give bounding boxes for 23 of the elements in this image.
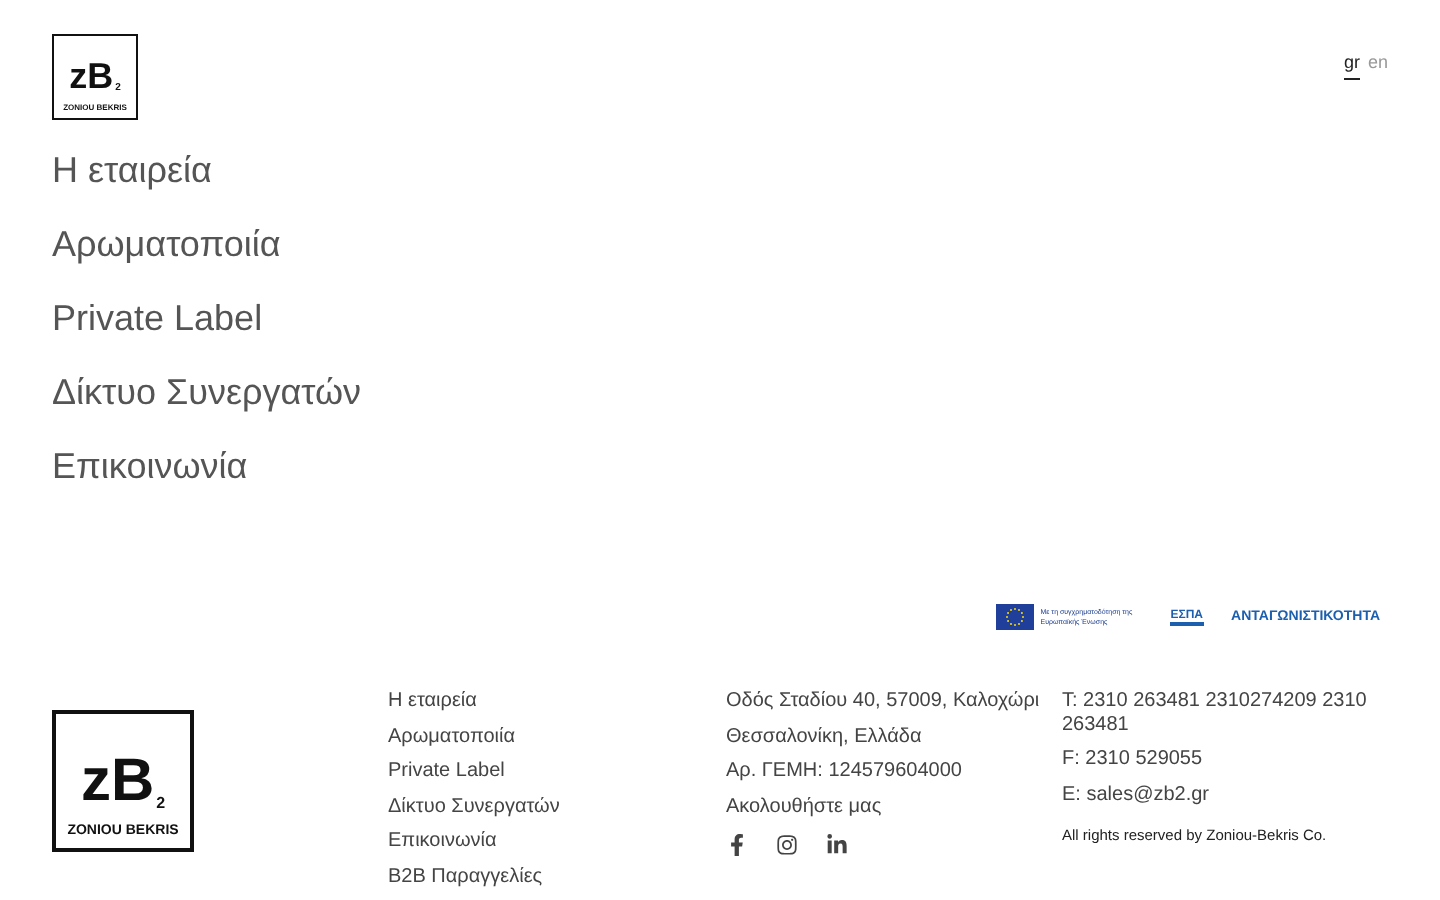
contact-line: E: sales@zb2.gr: [1062, 783, 1212, 806]
footer-link[interactable]: Private Label: [388, 760, 505, 783]
footer-link[interactable]: Επικοινωνία: [388, 830, 497, 853]
footer-link[interactable]: Η εταιρεία: [388, 690, 477, 713]
contact-line: T: 2310 263481 2310274209 2310 263481: [1062, 690, 1369, 736]
language-link[interactable]: gr: [1343, 52, 1360, 80]
eu-flag-icon: [996, 604, 1035, 630]
instagram-icon[interactable]: [776, 834, 798, 856]
nav-link[interactable]: Δίκτυο Συνεργατών: [52, 370, 362, 414]
address-line: Θεσσαλονίκη, Ελλάδα: [726, 725, 924, 748]
nav-link[interactable]: Private Label: [52, 296, 263, 340]
footer-link[interactable]: Δίκτυο Συνεργατών: [388, 795, 560, 818]
facebook-icon[interactable]: [726, 834, 748, 856]
contact-line: F: 2310 529055: [1062, 748, 1205, 771]
nav-link[interactable]: Επικοινωνία: [52, 444, 248, 488]
footer-link[interactable]: B2B Παραγγελίες: [388, 865, 543, 888]
nav-link[interactable]: Η εταιρεία: [52, 148, 212, 192]
follow-label: Ακολουθήστε μας: [726, 795, 884, 818]
address-line: Οδός Σταδίου 40, 57009, Καλοχώρι: [726, 690, 1042, 713]
nav-link[interactable]: Αρωματοποιία: [52, 222, 281, 266]
footer-link[interactable]: Αρωματοποιία: [388, 725, 515, 748]
address-line: Αρ. ΓΕΜΗ: 124579604000: [726, 760, 964, 783]
linkedin-icon[interactable]: [826, 834, 848, 856]
